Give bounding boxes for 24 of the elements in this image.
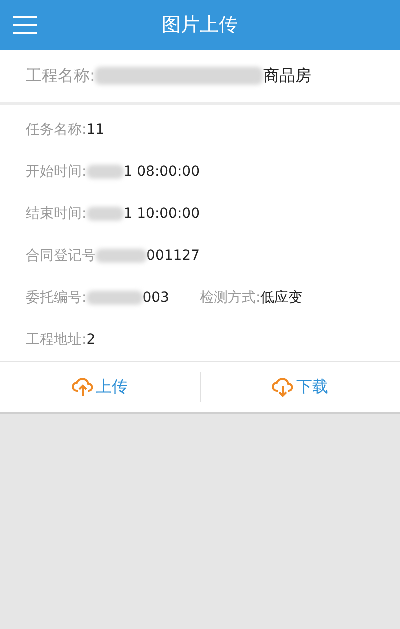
field-label: 开始时间: — [26, 163, 87, 181]
cloud-upload-icon — [72, 377, 94, 397]
redacted-blur — [86, 165, 124, 179]
redacted-blur — [86, 291, 143, 305]
field-value: 2 — [86, 332, 96, 348]
field-label: 工程名称: — [26, 66, 96, 86]
field-label: 结束时间: — [26, 205, 87, 223]
field-value: 1 10:00:00 — [124, 206, 200, 222]
field-value: 001127 — [146, 248, 200, 264]
field-value: 11 — [86, 122, 105, 138]
field-label: 合同登记号 — [26, 247, 96, 265]
field-value: 003 — [142, 290, 170, 306]
field-label: 工程地址: — [26, 331, 87, 349]
field-label: 委托编号: — [26, 289, 87, 307]
field-label: 检测方式: — [200, 289, 261, 307]
redacted-blur — [86, 207, 124, 221]
redacted-blur — [96, 249, 147, 263]
field-value: 商品房 — [263, 66, 312, 86]
field-value: 低应变 — [260, 289, 303, 307]
menu-icon[interactable] — [13, 15, 37, 35]
field-label: 任务名称: — [26, 121, 87, 139]
page-title: 图片上传 — [162, 13, 238, 38]
cloud-download-icon — [272, 377, 294, 397]
field-value: 1 08:00:00 — [124, 164, 200, 180]
